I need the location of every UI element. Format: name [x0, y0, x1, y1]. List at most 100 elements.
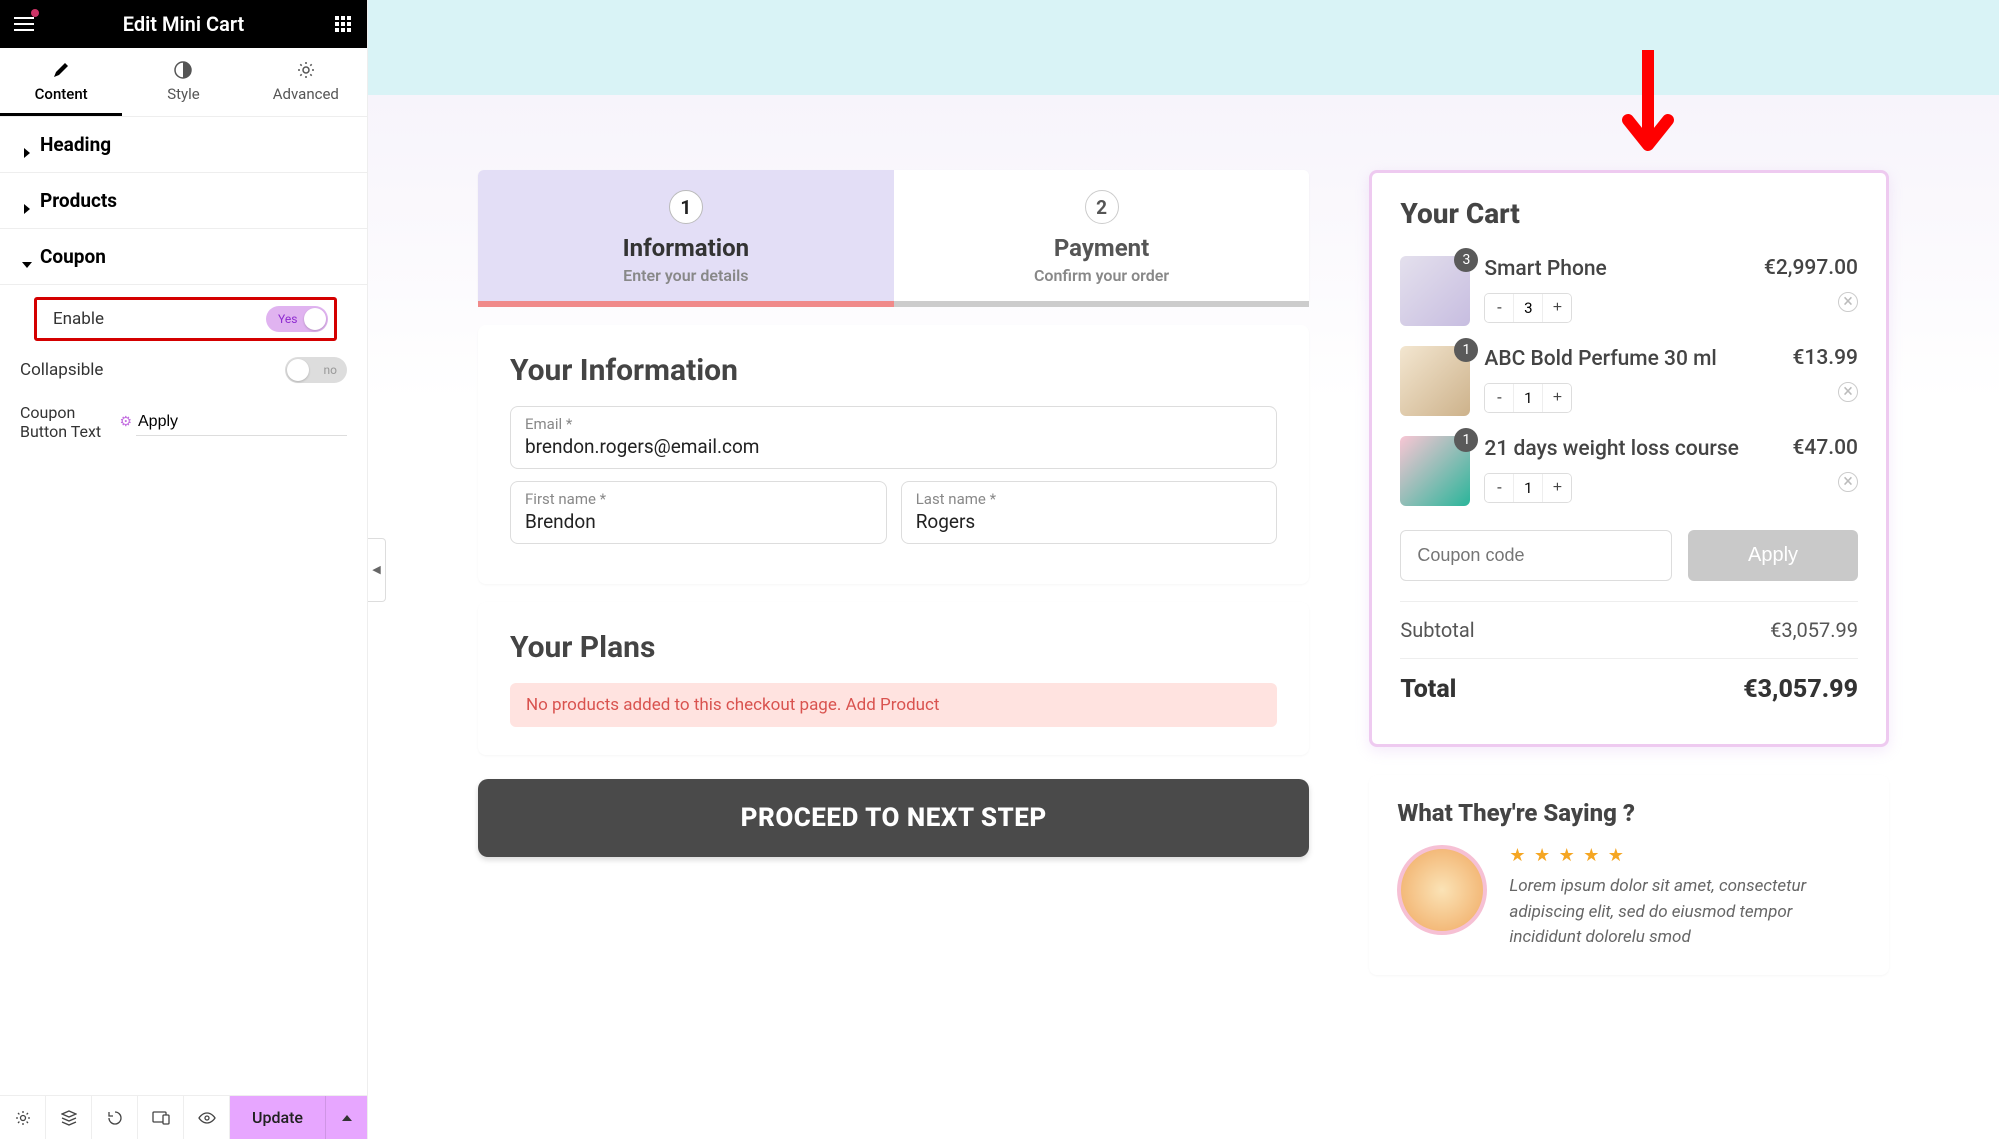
collapsible-toggle[interactable]: no — [285, 357, 347, 383]
enable-label: Enable — [53, 309, 266, 329]
enable-row-highlight: Enable Yes — [34, 297, 337, 341]
product-name: ABC Bold Perfume 30 ml — [1484, 346, 1778, 373]
section-coupon-label: Coupon — [40, 245, 106, 268]
qty-stepper: - 1 + — [1484, 383, 1572, 413]
email-label: Email * — [525, 415, 1262, 433]
testimonials-card: What They're Saying ? ★ ★ ★ ★ ★ Lorem ip… — [1369, 775, 1889, 975]
apply-coupon-button[interactable]: Apply — [1688, 530, 1858, 581]
sidebar-sections: Heading Products Coupon Enable Yes — [0, 117, 367, 1095]
testimonial-stars: ★ ★ ★ ★ ★ — [1509, 845, 1861, 866]
qty-increase-button[interactable]: + — [1543, 294, 1571, 322]
collapsible-label: Collapsible — [20, 360, 285, 380]
responsive-icon[interactable] — [138, 1096, 184, 1139]
proceed-button[interactable]: PROCEED TO NEXT STEP — [478, 779, 1309, 857]
section-coupon[interactable]: Coupon — [0, 229, 367, 285]
cart-item: 1 21 days weight loss course - 1 + €47.0… — [1400, 424, 1858, 514]
dynamic-icon[interactable]: ⚙ — [119, 414, 132, 430]
subtotal-label: Subtotal — [1400, 618, 1474, 642]
collapsible-value: no — [324, 363, 337, 377]
warning-text: No products added to this checkout page. — [526, 695, 846, 715]
last-name-label: Last name * — [916, 490, 1263, 508]
qty-decrease-button[interactable]: - — [1485, 384, 1513, 412]
sidebar-collapse-handle[interactable]: ◀ — [368, 538, 386, 602]
history-icon[interactable] — [92, 1096, 138, 1139]
last-name-field[interactable]: Last name * Rogers — [901, 481, 1278, 544]
section-products-label: Products — [40, 189, 117, 212]
qty-increase-button[interactable]: + — [1543, 474, 1571, 502]
annotation-arrow-icon — [1618, 50, 1678, 174]
sidebar-tabs: Content Style Advanced — [0, 48, 367, 117]
hamburger-icon[interactable] — [12, 12, 36, 36]
qty-decrease-button[interactable]: - — [1485, 294, 1513, 322]
tab-content-label: Content — [35, 85, 88, 103]
section-heading-label: Heading — [40, 133, 111, 156]
qty-decrease-button[interactable]: - — [1485, 474, 1513, 502]
update-options-caret[interactable] — [325, 1096, 367, 1139]
tab-style-label: Style — [167, 85, 200, 103]
enable-toggle[interactable]: Yes — [266, 306, 328, 332]
your-plans-title: Your Plans — [510, 630, 1277, 665]
qty-stepper: - 3 + — [1484, 293, 1572, 323]
your-information-title: Your Information — [510, 353, 1277, 388]
checkout-steps: 1 Information Enter your details 2 Payme… — [478, 170, 1309, 301]
add-product-link[interactable]: Add Product — [846, 695, 940, 715]
email-value: brendon.rogers@email.com — [525, 435, 1262, 458]
sidebar-header: Edit Mini Cart — [0, 0, 367, 48]
step-2-title: Payment — [904, 234, 1300, 262]
checkout-left-column: 1 Information Enter your details 2 Payme… — [478, 170, 1309, 857]
step-1-number: 1 — [669, 190, 703, 224]
navigator-icon[interactable] — [46, 1096, 92, 1139]
step-2-number: 2 — [1085, 190, 1119, 224]
remove-item-icon[interactable]: × — [1838, 292, 1858, 312]
mini-cart: Your Cart 3 Smart Phone - 3 + € — [1369, 170, 1889, 747]
caret-right-icon — [22, 140, 32, 150]
remove-item-icon[interactable]: × — [1838, 472, 1858, 492]
step-1-subtitle: Enter your details — [488, 266, 884, 285]
coupon-button-text-label: Coupon Button Text — [20, 403, 113, 441]
first-name-field[interactable]: First name * Brendon — [510, 481, 887, 544]
section-coupon-body: Enable Yes Collapsible no Coupo — [0, 285, 367, 459]
total-label: Total — [1400, 675, 1456, 704]
product-name: Smart Phone — [1484, 256, 1750, 283]
cart-title: Your Cart — [1400, 197, 1858, 230]
qty-increase-button[interactable]: + — [1543, 384, 1571, 412]
product-thumbnail: 1 — [1400, 346, 1470, 416]
qty-stepper: - 1 + — [1484, 473, 1572, 503]
gear-icon — [296, 60, 316, 80]
sidebar-title: Edit Mini Cart — [36, 12, 331, 36]
cart-item: 3 Smart Phone - 3 + €2,997.00 × — [1400, 244, 1858, 334]
no-products-warning: No products added to this checkout page.… — [510, 683, 1277, 727]
coupon-button-text-input[interactable] — [136, 409, 347, 436]
update-button[interactable]: Update — [230, 1096, 325, 1139]
qty-value: 3 — [1513, 294, 1543, 322]
section-heading[interactable]: Heading — [0, 117, 367, 173]
pencil-icon — [51, 60, 71, 80]
email-field[interactable]: Email * brendon.rogers@email.com — [510, 406, 1277, 469]
coupon-input[interactable] — [1400, 530, 1672, 581]
step-1-title: Information — [488, 234, 884, 262]
remove-item-icon[interactable]: × — [1838, 382, 1858, 402]
product-price: €47.00 — [1792, 436, 1858, 460]
step-information[interactable]: 1 Information Enter your details — [478, 170, 894, 301]
tab-style[interactable]: Style — [122, 48, 244, 116]
enable-value: Yes — [278, 312, 297, 326]
contrast-icon — [173, 60, 193, 80]
coupon-row: Apply — [1400, 530, 1858, 581]
settings-icon[interactable] — [0, 1096, 46, 1139]
product-price: €2,997.00 — [1764, 256, 1858, 280]
product-price: €13.99 — [1792, 346, 1858, 370]
step-payment[interactable]: 2 Payment Confirm your order — [894, 170, 1310, 301]
tab-advanced-label: Advanced — [273, 85, 339, 103]
last-name-value: Rogers — [916, 510, 1263, 533]
tab-content[interactable]: Content — [0, 48, 122, 116]
testimonials-title: What They're Saying ? — [1397, 799, 1861, 827]
section-products[interactable]: Products — [0, 173, 367, 229]
your-information-card: Your Information Email * brendon.rogers@… — [478, 325, 1309, 584]
preview-icon[interactable] — [184, 1096, 230, 1139]
tab-advanced[interactable]: Advanced — [245, 48, 367, 116]
first-name-value: Brendon — [525, 510, 872, 533]
first-name-label: First name * — [525, 490, 872, 508]
widgets-grid-icon[interactable] — [331, 12, 355, 36]
checkout-right-column: Your Cart 3 Smart Phone - 3 + € — [1369, 170, 1889, 975]
canvas-area: 1 Information Enter your details 2 Payme… — [368, 0, 1999, 1139]
